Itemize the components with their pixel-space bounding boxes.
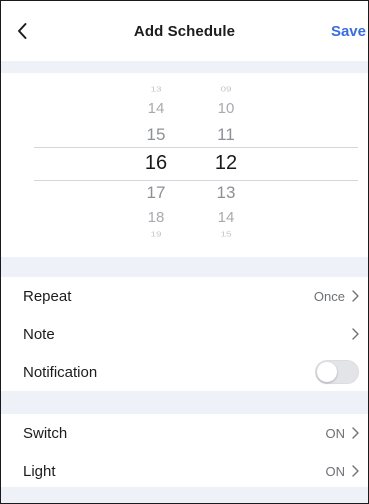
repeat-value: Once — [313, 288, 345, 304]
minute-option[interactable]: 13 — [196, 184, 256, 201]
hour-option[interactable]: 17 — [126, 184, 186, 201]
section-gap — [1, 257, 368, 272]
minute-option[interactable]: 09 — [196, 86, 256, 94]
notification-label: Notification — [23, 363, 98, 381]
light-row[interactable]: Light ON — [1, 452, 368, 490]
hour-wheel[interactable]: 13 14 15 16 17 18 19 — [126, 73, 186, 257]
save-button[interactable]: Save — [331, 23, 366, 40]
toggle-knob — [317, 362, 337, 382]
section-gap — [1, 396, 368, 411]
chevron-right-icon — [351, 427, 359, 439]
notification-row: Notification — [1, 353, 368, 391]
minute-option[interactable]: 14 — [196, 210, 256, 225]
hour-option[interactable]: 15 — [126, 126, 186, 143]
hour-option[interactable]: 14 — [126, 101, 186, 116]
header-bar: Add Schedule Save — [1, 1, 368, 61]
hour-option[interactable]: 19 — [126, 231, 186, 239]
light-value: ON — [325, 463, 346, 479]
chevron-right-icon — [351, 465, 359, 477]
switch-row[interactable]: Switch ON — [1, 414, 368, 452]
hour-selected[interactable]: 16 — [126, 153, 186, 173]
hour-option[interactable]: 13 — [126, 86, 186, 94]
hour-option[interactable]: 18 — [126, 210, 186, 225]
section-gap — [1, 61, 368, 73]
note-row[interactable]: Note — [1, 315, 368, 353]
repeat-label: Repeat — [23, 287, 72, 305]
minute-option[interactable]: 11 — [196, 126, 256, 143]
chevron-right-icon — [351, 290, 359, 302]
minute-wheel[interactable]: 09 10 11 12 13 14 15 — [196, 73, 256, 257]
app-screen: Add Schedule Save 13 14 15 16 17 18 19 0… — [0, 0, 369, 504]
notification-toggle[interactable] — [315, 360, 359, 384]
page-title: Add Schedule — [133, 23, 236, 40]
switch-value: ON — [325, 425, 346, 441]
time-picker[interactable]: 13 14 15 16 17 18 19 09 10 11 12 13 14 1… — [1, 73, 368, 257]
settings-section: Repeat Once Note Notification — [1, 277, 368, 391]
minute-option[interactable]: 10 — [196, 101, 256, 116]
chevron-right-icon — [351, 328, 359, 340]
actions-section: Switch ON Light ON — [1, 414, 368, 490]
minute-option[interactable]: 15 — [196, 231, 256, 239]
repeat-row[interactable]: Repeat Once — [1, 277, 368, 315]
minute-selected[interactable]: 12 — [196, 153, 256, 173]
switch-label: Switch — [23, 424, 68, 442]
light-label: Light — [23, 462, 56, 480]
section-gap — [1, 487, 368, 503]
note-label: Note — [23, 325, 55, 343]
